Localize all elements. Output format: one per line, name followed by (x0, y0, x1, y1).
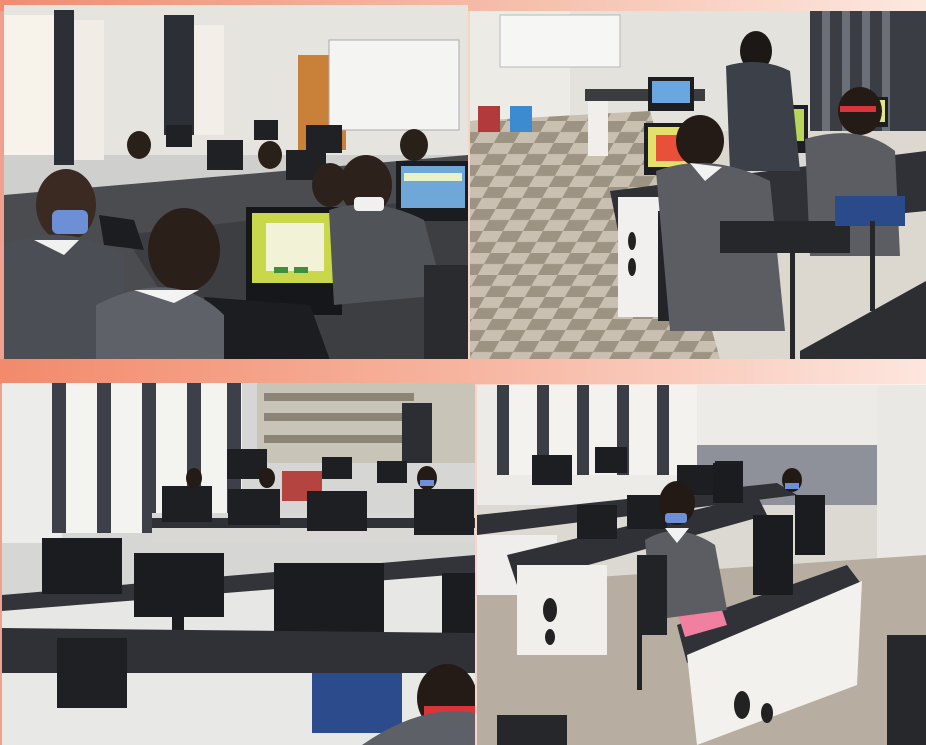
photo-bottom-left (2, 383, 475, 745)
photo-bottom-right (477, 385, 926, 745)
photo-top-right (470, 11, 926, 359)
photo-top-left (4, 5, 468, 359)
middle-color-band (0, 359, 926, 384)
